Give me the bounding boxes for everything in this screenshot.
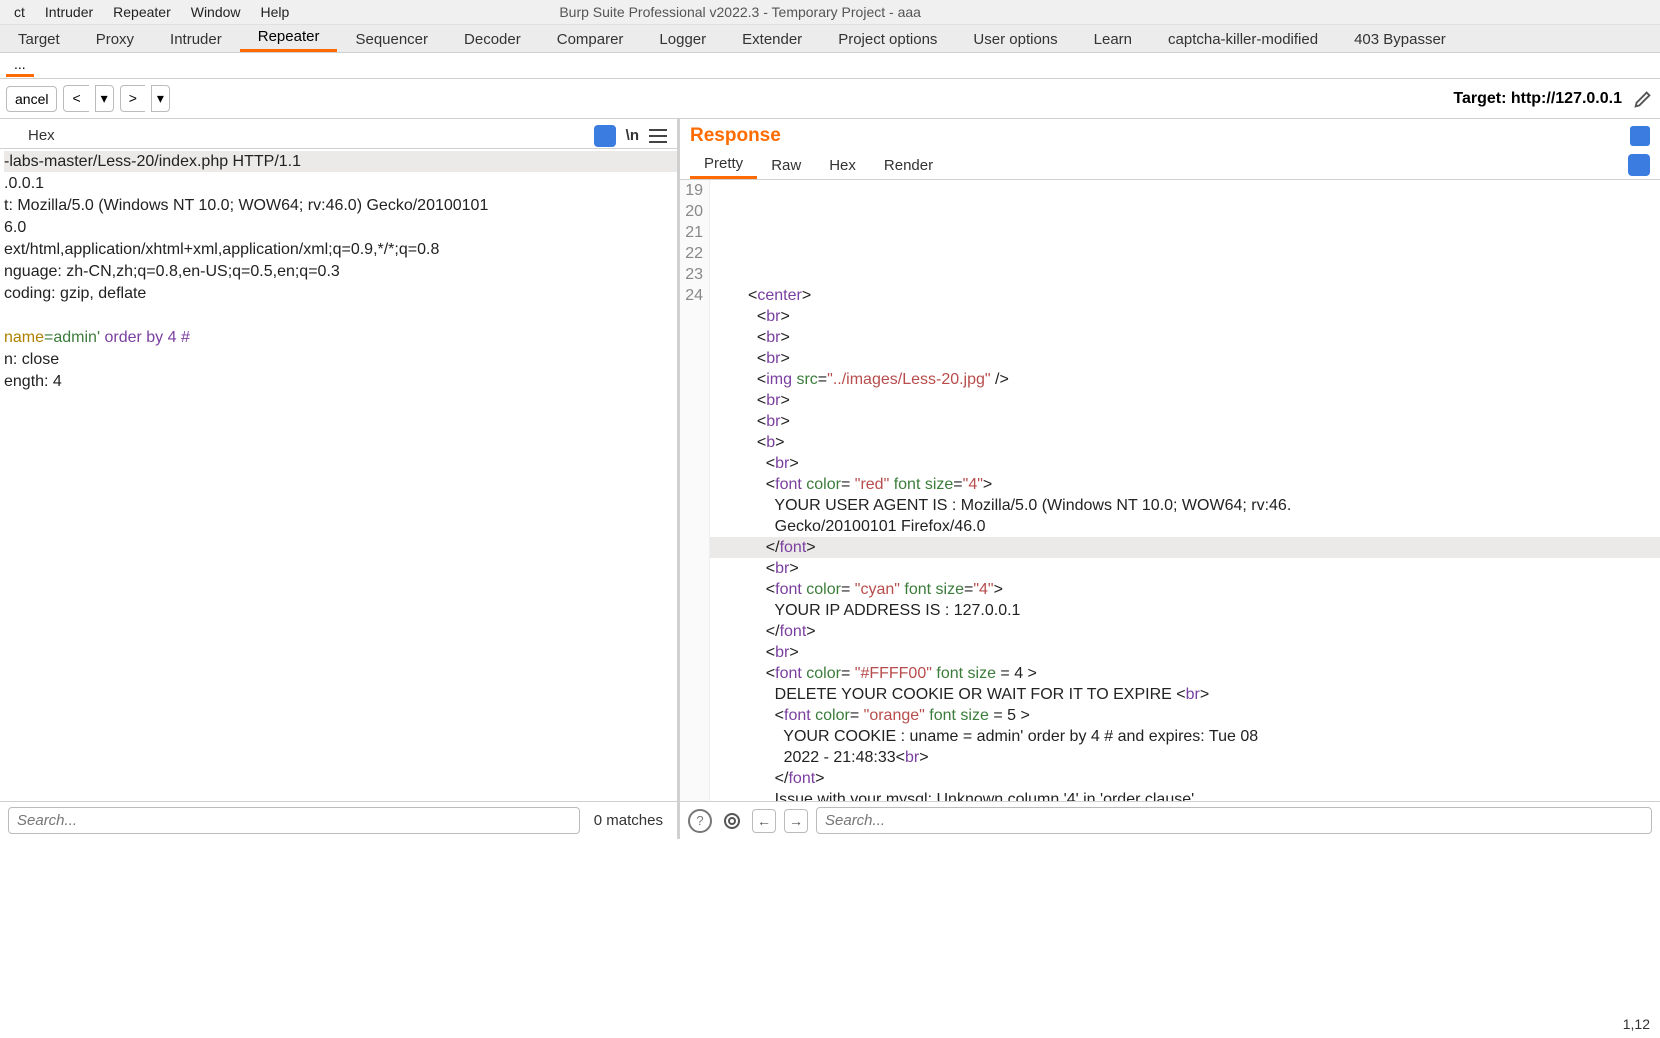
menu-repeater[interactable]: Repeater [103, 4, 181, 20]
menu-intruder[interactable]: Intruder [35, 4, 103, 20]
request-editor[interactable]: -labs-master/Less-20/index.php HTTP/1.1 … [0, 149, 677, 801]
tool-tabs: Target Proxy Intruder Repeater Sequencer… [0, 25, 1660, 53]
tab-learn[interactable]: Learn [1076, 27, 1150, 52]
target-label: Target: [1453, 90, 1510, 107]
search-next-button[interactable]: → [784, 809, 808, 833]
menu-project[interactable]: ct [4, 4, 35, 20]
response-search-input[interactable] [816, 807, 1652, 834]
history-forward-group: > ▾ [120, 85, 176, 112]
response-tab-raw[interactable]: Raw [757, 153, 815, 178]
response-tab-hex[interactable]: Hex [815, 153, 870, 178]
response-gutter: 19 20 21 22 23 24 [680, 180, 710, 801]
window-title: Burp Suite Professional v2022.3 - Tempor… [559, 4, 921, 20]
request-search-input[interactable] [8, 807, 580, 834]
tab-sequencer[interactable]: Sequencer [337, 27, 446, 52]
status-bar: 1,12 [1613, 1014, 1660, 1038]
tab-user-options[interactable]: User options [955, 27, 1075, 52]
target-value: http://127.0.0.1 [1511, 90, 1622, 107]
history-back-group: < ▾ [63, 85, 119, 112]
inspector-toggle-icon[interactable] [594, 125, 616, 147]
newline-toggle-icon[interactable]: \n [626, 127, 639, 144]
target-display: Target: http://127.0.0.1 [1453, 90, 1622, 108]
history-back-dropdown[interactable]: ▾ [95, 85, 114, 112]
response-pane: Response Pretty Raw Hex Render 19 20 21 … [680, 119, 1660, 839]
response-title: Response [690, 125, 781, 147]
tab-intruder[interactable]: Intruder [152, 27, 240, 52]
cancel-button[interactable]: ancel [6, 86, 57, 112]
menubar: ct Intruder Repeater Window Help Burp Su… [0, 0, 1660, 25]
tab-repeater[interactable]: Repeater [240, 24, 338, 52]
tab-logger[interactable]: Logger [641, 27, 724, 52]
menu-window[interactable]: Window [181, 4, 251, 20]
response-inspector-icon[interactable] [1628, 154, 1650, 176]
request-pane: Hex \n -labs-master/Less-20/index.php HT… [0, 119, 680, 839]
tab-captcha-killer[interactable]: captcha-killer-modified [1150, 27, 1336, 52]
hamburger-icon[interactable] [649, 129, 667, 143]
request-tab-hex[interactable]: Hex [10, 123, 69, 148]
tab-target[interactable]: Target [0, 27, 78, 52]
history-forward-dropdown[interactable]: ▾ [151, 85, 170, 112]
response-body: <center> <br> <br> <br> <img src="../ima… [710, 180, 1660, 801]
gear-icon[interactable] [720, 809, 744, 833]
layout-toggle-icon[interactable] [1630, 126, 1650, 146]
tab-proxy[interactable]: Proxy [78, 27, 152, 52]
request-searchbar: 0 matches [0, 801, 677, 839]
response-tab-render[interactable]: Render [870, 153, 947, 178]
tab-decoder[interactable]: Decoder [446, 27, 539, 52]
tab-comparer[interactable]: Comparer [539, 27, 642, 52]
search-prev-button[interactable]: ← [752, 809, 776, 833]
help-icon[interactable]: ? [688, 809, 712, 833]
response-tab-pretty[interactable]: Pretty [690, 151, 757, 179]
editor-panes: Hex \n -labs-master/Less-20/index.php HT… [0, 119, 1660, 839]
repeater-subtabs: ... [0, 53, 1660, 79]
tab-403-bypasser[interactable]: 403 Bypasser [1336, 27, 1464, 52]
cursor-position: 1,12 [1623, 1016, 1650, 1032]
tab-project-options[interactable]: Project options [820, 27, 955, 52]
request-search-matches: 0 matches [588, 812, 669, 829]
tab-extender[interactable]: Extender [724, 27, 820, 52]
repeater-tab-1[interactable]: ... [6, 54, 34, 77]
menu-help[interactable]: Help [251, 4, 300, 20]
response-searchbar: ? ← → [680, 801, 1660, 839]
history-forward-button[interactable]: > [120, 85, 145, 112]
history-back-button[interactable]: < [63, 85, 88, 112]
response-view-tabs: Pretty Raw Hex Render [680, 147, 1660, 180]
request-view-tabs: Hex \n [0, 119, 677, 149]
response-editor[interactable]: 19 20 21 22 23 24 <center> <br> <br> <br… [680, 180, 1660, 801]
control-bar: ancel < ▾ > ▾ Target: http://127.0.0.1 [0, 79, 1660, 119]
edit-target-icon[interactable] [1632, 88, 1654, 110]
